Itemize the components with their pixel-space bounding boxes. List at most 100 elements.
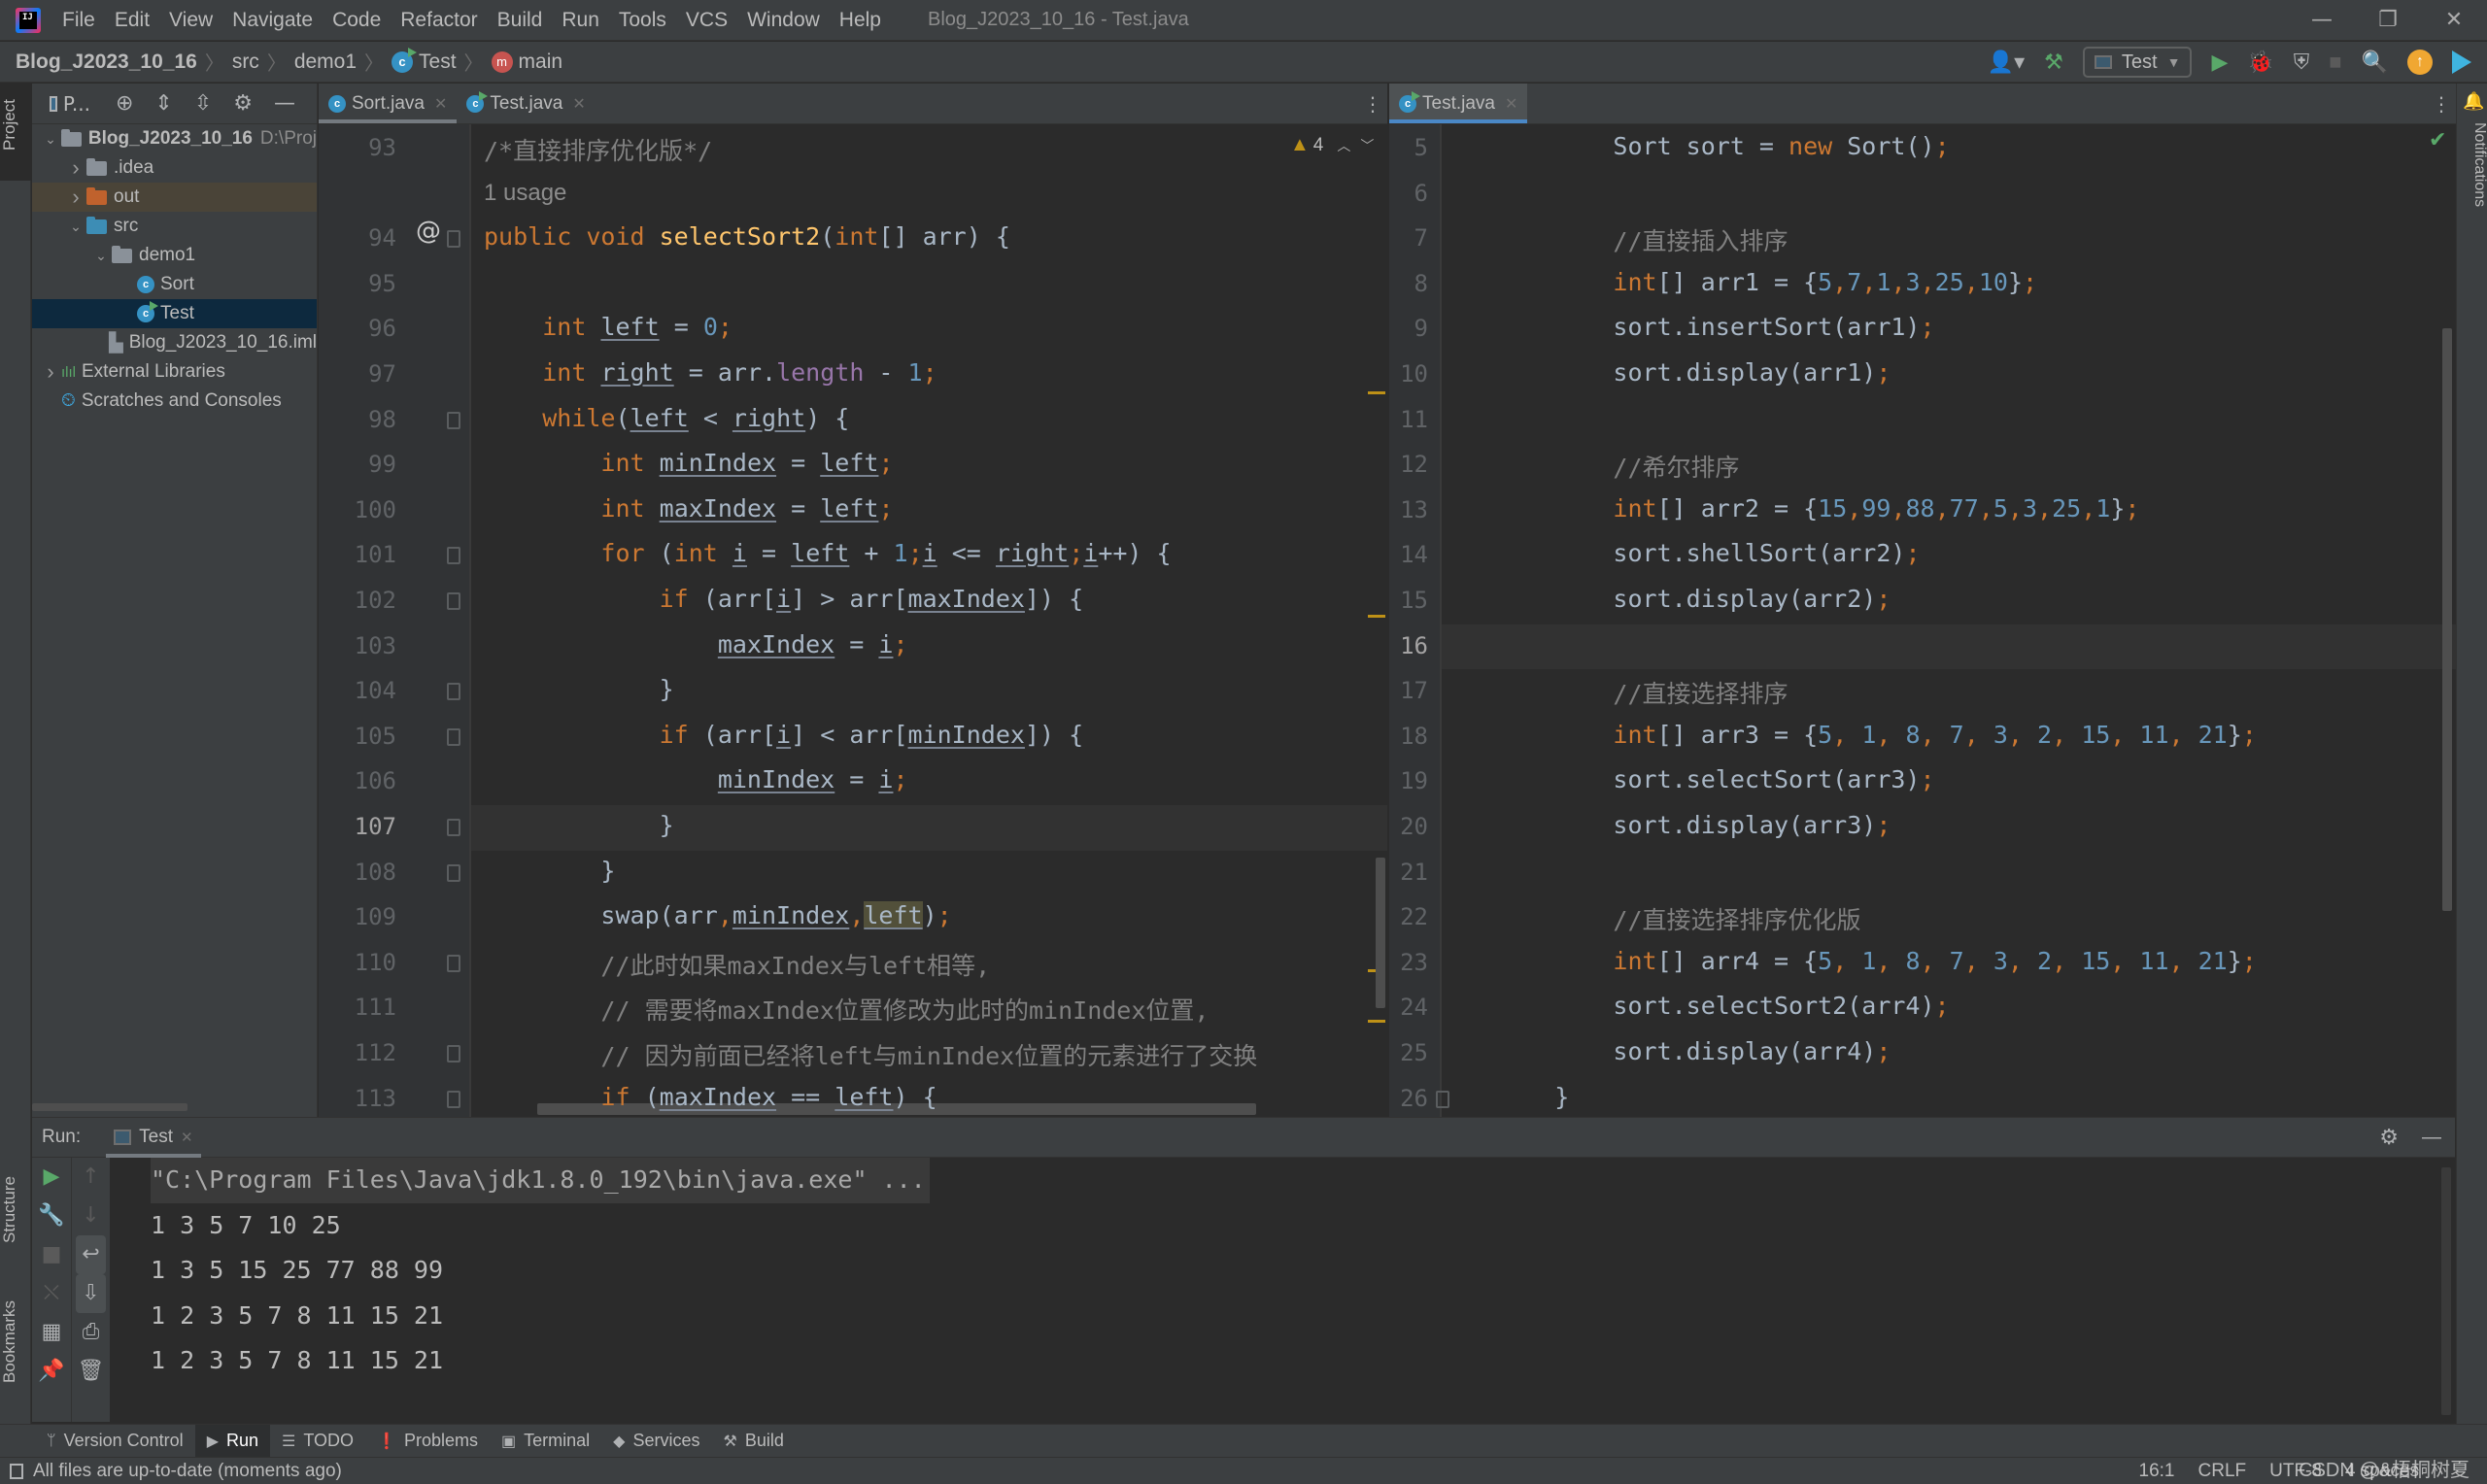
tab-sort-java[interactable]: c Sort.java ✕ [319,84,458,123]
scroll-to-end-icon[interactable]: ⇩ [76,1274,106,1313]
code-line[interactable]: 1 usage [484,178,566,207]
tool-window-todo[interactable]: ☰ TODO [270,1425,365,1458]
menu-window[interactable]: Window [747,9,820,32]
stop-icon[interactable]: ■ [32,1235,71,1274]
menu-build[interactable]: Build [497,9,543,32]
more-options-icon[interactable]: ⋮ [2427,84,2456,123]
warning-marker[interactable] [1368,391,1385,394]
code-line[interactable]: //希尔排序 [1496,449,1739,484]
hide-icon[interactable]: — [274,91,295,116]
code-line[interactable]: swap(arr,minIndex,left); [484,901,952,930]
tree-item[interactable]: ⌄ src [32,212,317,241]
code-line[interactable]: } [1496,1083,1569,1111]
tool-window-problems[interactable]: ❗ Problems [365,1425,490,1458]
up-arrow-icon[interactable]: ↑ [72,1158,110,1197]
code-with-me-icon[interactable] [2452,51,2471,74]
fold-toggle-icon[interactable] [447,727,460,746]
no-problems-check-icon[interactable]: ✔ [2429,128,2446,152]
menu-navigate[interactable]: Navigate [232,9,313,32]
code-line[interactable]: sort.display(arr4); [1496,1037,1891,1065]
stop-icon[interactable]: ■ [2329,50,2341,75]
line-separator[interactable]: CRLF [2198,1461,2247,1482]
previous-highlight-icon[interactable]: ︿ [1337,136,1350,155]
right-code-editor[interactable]: ✔ 5 Sort sort = new Sort(); 6 7 //直接插入排序 8 … [1389,124,2456,1117]
menu-tools[interactable]: Tools [619,9,666,32]
code-line[interactable]: //直接插入排序 [1496,222,1788,257]
code-line[interactable]: int[] arr2 = {15,99,88,77,5,3,25,1}; [1496,494,2139,523]
chevron-right-icon[interactable]: › [65,185,86,210]
close-button[interactable]: ✕ [2421,0,2487,41]
tree-item[interactable]: c Sort [32,270,317,299]
console-scrollbar[interactable] [2441,1167,2451,1415]
code-line[interactable]: if (arr[i] < arr[minIndex]) { [484,721,1084,749]
close-tab-icon[interactable]: ✕ [1505,94,1517,114]
search-icon[interactable]: 🔍 [2362,50,2388,75]
tree-item[interactable]: › .idea [32,153,317,183]
caret-position[interactable]: 16:1 [2139,1461,2175,1482]
next-highlight-icon[interactable]: ﹀ [1360,136,1374,155]
project-view-selector[interactable]: P... [63,92,90,116]
user-icon[interactable]: 👤▾ [1988,50,2025,75]
vertical-scrollbar[interactable] [1376,858,1385,1008]
code-line[interactable]: sort.display(arr3); [1496,811,1891,839]
code-line[interactable]: } [484,675,674,703]
fold-toggle-icon[interactable] [447,863,460,882]
code-line[interactable]: for (int i = left + 1;i <= right;i++) { [484,539,1171,567]
code-line[interactable]: /*直接排序优化版*/ [484,132,712,167]
tree-item[interactable]: › out [32,183,317,212]
close-tab-icon[interactable]: ✕ [572,94,585,114]
tab-test-java-right[interactable]: c Test.java ✕ [1389,84,1528,123]
update-icon[interactable]: ↑ [2407,50,2433,75]
project-tool-tab[interactable]: Project [0,91,31,159]
print-icon[interactable]: ⎙ [72,1313,110,1352]
menu-file[interactable]: File [62,9,95,32]
expand-all-icon[interactable]: ⇕ [154,91,172,116]
run-configuration-dropdown[interactable]: Test ▼ [2082,47,2193,78]
tree-item[interactable]: ⏲ Scratches and Consoles [32,387,317,416]
tool-window-build[interactable]: ⚒ Build [712,1425,796,1458]
fold-toggle-icon[interactable] [447,683,460,701]
breadcrumb-demo1[interactable]: demo1 [294,51,357,74]
hide-icon[interactable]: — [2422,1127,2441,1149]
chevron-right-icon[interactable]: › [65,155,86,181]
code-line[interactable]: int[] arr1 = {5,7,1,3,25,10}; [1496,268,2037,296]
fold-toggle-icon[interactable] [1436,1090,1449,1108]
tab-test-java[interactable]: c Test.java ✕ [457,84,596,123]
menu-view[interactable]: View [169,9,213,32]
layout-icon[interactable]: ▦ [32,1313,71,1352]
tree-item[interactable]: ⌄ Blog_J2023_10_16 D:\Proj [32,124,317,153]
soft-wrap-icon[interactable]: ↩ [76,1235,106,1274]
tool-window-services[interactable]: ◆ Services [601,1425,711,1458]
status-toggle-icon[interactable] [10,1463,23,1479]
inspection-widget[interactable]: ▲ 4 ︿ ﹀ [1290,134,1374,156]
chevron-down-icon[interactable]: ⌄ [90,248,112,264]
trash-icon[interactable]: 🗑 [72,1352,110,1391]
fold-toggle-icon[interactable] [447,592,460,610]
menu-run[interactable]: Run [562,9,599,32]
tool-window-run[interactable]: ▶ Run [194,1424,271,1458]
fold-toggle-icon[interactable] [447,954,460,972]
code-line[interactable]: int[] arr4 = {5, 1, 8, 7, 3, 2, 15, 11, … [1496,947,2256,975]
debug-icon[interactable]: 🐞 [2247,50,2273,75]
code-line[interactable]: if (arr[i] > arr[maxIndex]) { [484,585,1084,613]
horizontal-scrollbar[interactable] [32,1103,187,1111]
chevron-right-icon[interactable]: › [40,359,61,385]
code-line[interactable]: sort.shellSort(arr2); [1496,539,1920,567]
warning-marker[interactable] [1368,1020,1385,1023]
tree-item[interactable]: ▙ Blog_J2023_10_16.iml [32,328,317,357]
code-line[interactable]: while(left < right) { [484,404,849,432]
fold-toggle-icon[interactable] [447,411,460,429]
notifications-bell-icon[interactable]: 🔔 [2463,91,2484,112]
menu-refactor[interactable]: Refactor [400,9,477,32]
code-line[interactable]: sort.display(arr2); [1496,585,1891,613]
code-line[interactable]: int maxIndex = left; [484,494,893,523]
menu-help[interactable]: Help [839,9,881,32]
run-icon[interactable]: ▶ [2211,50,2228,75]
locate-icon[interactable]: ⊕ [116,91,133,116]
code-line[interactable]: maxIndex = i; [484,630,908,658]
code-line[interactable]: int minIndex = left; [484,449,893,477]
breadcrumb-main[interactable]: main [519,51,563,74]
code-line[interactable]: //此时如果maxIndex与left相等, [484,947,990,982]
code-line[interactable]: //直接选择排序优化版 [1496,901,1860,936]
close-tab-icon[interactable]: ✕ [434,94,447,114]
